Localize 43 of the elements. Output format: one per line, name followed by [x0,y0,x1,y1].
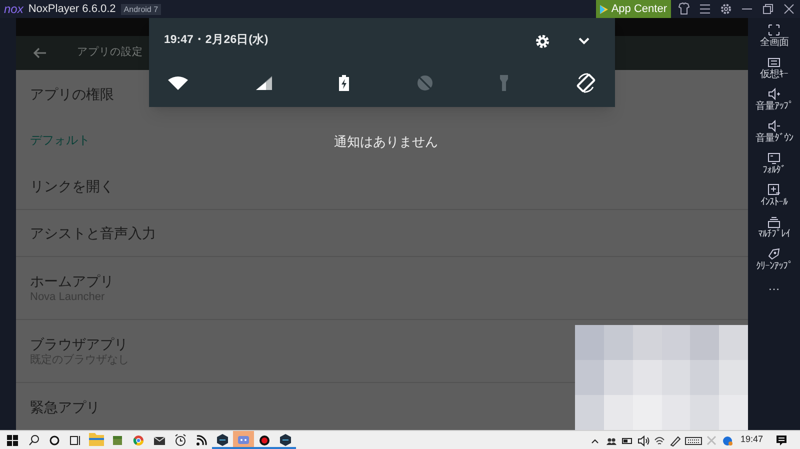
settings-icon[interactable] [535,34,550,48]
multi-window-icon [767,214,781,228]
play-icon [600,4,608,14]
taskbar-app-button[interactable] [275,431,296,449]
shirt-icon[interactable] [677,2,691,16]
notification-icon[interactable] [775,434,788,446]
speaker-icon[interactable] [637,434,650,446]
sidebar-button[interactable]: 仮想ｷｰ [749,51,799,83]
taskbar-clock[interactable]: 19:47 [740,433,763,447]
category-header: デフォルト [30,132,90,149]
sidebar-button[interactable]: ｲﾝｽﾄｰﾙ [749,179,799,211]
close-icon[interactable] [782,2,796,16]
empty-notification-text: 通知はありません [333,133,439,151]
sidebar-button[interactable]: 音量ﾀﾞｳﾝ [749,115,799,147]
volume-down-icon [767,118,781,132]
sidebar-button[interactable]: 全画面 [749,19,799,51]
nox-logo: nox [4,3,24,15]
signal-icon[interactable] [256,76,272,90]
menu-icon[interactable] [698,2,712,16]
battery-charging-icon[interactable] [339,75,350,91]
app-center-button[interactable]: App Center [596,0,671,18]
date-time-text: 19:47・2月26日(水) [164,32,268,48]
app-circle-icon[interactable] [721,434,734,446]
window-title: NoxPlayer 6.6.0.2 [28,4,116,14]
toolbar-title: アプリの設定 [77,45,143,60]
wifi-icon[interactable] [168,76,188,90]
back-arrow-icon[interactable] [33,47,47,60]
volume-up-icon [767,86,781,100]
version-badge: Android 7 [120,4,162,14]
screen-rotation-icon[interactable] [576,73,596,93]
sidebar-button[interactable]: ﾌｫﾙﾀﾞ [749,147,799,179]
pen-icon[interactable] [669,434,682,446]
chevron-down-icon[interactable] [578,37,590,45]
install-icon [767,182,781,196]
folder-icon [88,430,105,448]
settings-icon[interactable] [719,2,733,16]
sidebar-button[interactable]: 音量ｱｯﾌﾟ [749,83,799,115]
monitor-icon [767,150,781,164]
more-button[interactable]: … [768,275,780,297]
fullscreen-icon [767,22,781,36]
sidebar-button[interactable]: ﾏﾙﾁﾌﾟﾚｲ [749,211,799,243]
sidebar-button[interactable]: ｸﾘｰﾝｱｯﾌﾟ [749,243,799,275]
restore-icon[interactable] [761,2,775,16]
